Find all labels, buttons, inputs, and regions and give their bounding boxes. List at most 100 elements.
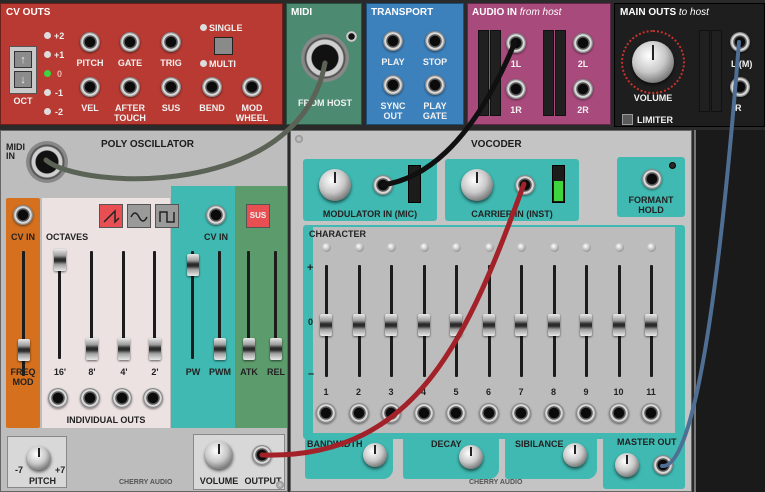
main-out-r-jack[interactable]	[730, 77, 750, 97]
pw-cv-jack[interactable]	[206, 205, 226, 225]
band-jack[interactable]	[576, 403, 596, 423]
sync-out-jack[interactable]	[383, 75, 403, 95]
atk-fader[interactable]	[243, 338, 255, 360]
out-4-jack[interactable]	[112, 388, 132, 408]
band-fader[interactable]	[645, 314, 657, 336]
band-jack[interactable]	[641, 403, 661, 423]
band-jack[interactable]	[543, 403, 564, 423]
band-fader[interactable]	[612, 314, 625, 336]
decay-knob[interactable]	[459, 445, 483, 469]
pw-fader[interactable]	[187, 254, 199, 276]
poly-brand: CHERRY AUDIO	[119, 479, 173, 486]
band-label: 8	[550, 387, 556, 397]
modulator-gain-knob[interactable]	[319, 169, 351, 201]
band-fader[interactable]	[352, 314, 365, 336]
poly-volume-knob[interactable]	[205, 441, 233, 469]
rel-fader[interactable]	[270, 338, 282, 360]
octave-4-fader[interactable]	[118, 338, 130, 360]
out-16-jack[interactable]	[48, 388, 68, 408]
pwm-fader[interactable]	[214, 338, 226, 360]
main-out-l-jack[interactable]	[730, 32, 750, 52]
main-volume-label: VOLUME	[633, 93, 673, 103]
band-jack[interactable]	[381, 403, 401, 423]
poly-title: POLY OSCILLATOR	[101, 139, 194, 150]
band-led	[647, 243, 656, 252]
audio-in-2r-label: 2R	[577, 105, 589, 115]
poly-output-jack[interactable]	[252, 445, 272, 465]
vel-jack[interactable]	[80, 77, 100, 97]
midi-port[interactable]	[301, 34, 349, 82]
band-led	[549, 243, 559, 252]
octave-16-fader[interactable]	[54, 249, 66, 271]
band-jack[interactable]	[478, 403, 499, 423]
band-fader[interactable]	[482, 314, 495, 336]
mode-toggle-button[interactable]	[214, 37, 233, 55]
formant-hold-jack[interactable]	[642, 169, 662, 189]
bend-jack[interactable]	[202, 77, 222, 97]
octave-value: 0	[57, 69, 63, 79]
out-2-jack[interactable]	[143, 388, 163, 408]
band-fader[interactable]	[515, 314, 527, 336]
bandwidth-knob[interactable]	[363, 443, 387, 467]
audio-in-1r-jack[interactable]	[506, 79, 526, 99]
band-jack[interactable]	[348, 403, 369, 423]
carrier-gain-knob[interactable]	[461, 169, 493, 201]
pitch-knob[interactable]	[27, 446, 51, 470]
octave-value: -2	[55, 107, 64, 117]
octave-8-fader[interactable]	[86, 338, 98, 360]
band-label: 5	[453, 387, 459, 397]
poly-oscillator-panel: POLY OSCILLATOR MIDI IN CV IN OCTAVES CV…	[0, 130, 288, 492]
octave-value: +2	[54, 31, 65, 41]
band-jack[interactable]	[316, 403, 336, 423]
sibilance-knob[interactable]	[563, 443, 587, 467]
master-out-knob[interactable]	[615, 453, 639, 477]
pw-cv-label: CV IN	[203, 232, 228, 242]
octave-up-button[interactable]: ↑	[14, 51, 32, 68]
midi-small-jack[interactable]	[346, 31, 357, 42]
poly-midi-in-label: MIDI IN	[6, 142, 25, 161]
carrier-in-jack[interactable]	[515, 175, 535, 195]
audio-in-2l-jack[interactable]	[573, 33, 593, 53]
rel-label: REL	[267, 367, 285, 377]
trig-jack[interactable]	[161, 32, 181, 52]
audio-in-2r-jack[interactable]	[573, 79, 593, 99]
pitch-jack[interactable]	[80, 32, 100, 52]
band-jack[interactable]	[446, 403, 466, 423]
master-out-jack[interactable]	[653, 455, 673, 475]
poly-midi-port[interactable]	[26, 141, 68, 183]
band-jack[interactable]	[413, 403, 434, 423]
freq-mod-cv-jack[interactable]	[13, 205, 33, 225]
square-wave-button[interactable]	[155, 204, 179, 228]
sus-label: SUS	[161, 103, 181, 113]
sine-wave-button[interactable]	[127, 204, 151, 228]
band-fader[interactable]	[385, 314, 397, 336]
stop-jack[interactable]	[425, 31, 445, 51]
vocoder-screw-icon	[295, 135, 303, 143]
band-jack[interactable]	[511, 403, 531, 423]
out-8-jack[interactable]	[80, 388, 100, 408]
saw-wave-button[interactable]	[99, 204, 123, 228]
audio-in-1l-jack[interactable]	[506, 33, 526, 53]
play-jack[interactable]	[383, 31, 403, 51]
band-fader[interactable]	[580, 314, 592, 336]
sus-jack[interactable]	[161, 77, 181, 97]
play-gate-jack[interactable]	[425, 75, 445, 95]
band-fader[interactable]	[450, 314, 462, 336]
bandwidth-label: BANDWIDTH	[307, 439, 363, 449]
freq-mod-fader[interactable]	[18, 339, 30, 361]
main-volume-knob[interactable]	[632, 41, 674, 83]
band-jack[interactable]	[608, 403, 629, 423]
audio-in-meter-1b	[490, 30, 501, 116]
aftertouch-jack[interactable]	[120, 77, 140, 97]
mod-wheel-jack[interactable]	[242, 77, 262, 97]
band-fader[interactable]	[547, 314, 560, 336]
octave-down-button[interactable]: ↓	[14, 71, 32, 88]
limiter-checkbox[interactable]	[622, 114, 633, 125]
modulator-in-jack[interactable]	[373, 175, 393, 195]
band-fader[interactable]	[417, 314, 430, 336]
band-led	[322, 243, 331, 252]
band-fader[interactable]	[320, 314, 332, 336]
gate-jack[interactable]	[120, 32, 140, 52]
vocoder-title: VOCODER	[471, 139, 522, 150]
octave-2-fader[interactable]	[149, 338, 161, 360]
